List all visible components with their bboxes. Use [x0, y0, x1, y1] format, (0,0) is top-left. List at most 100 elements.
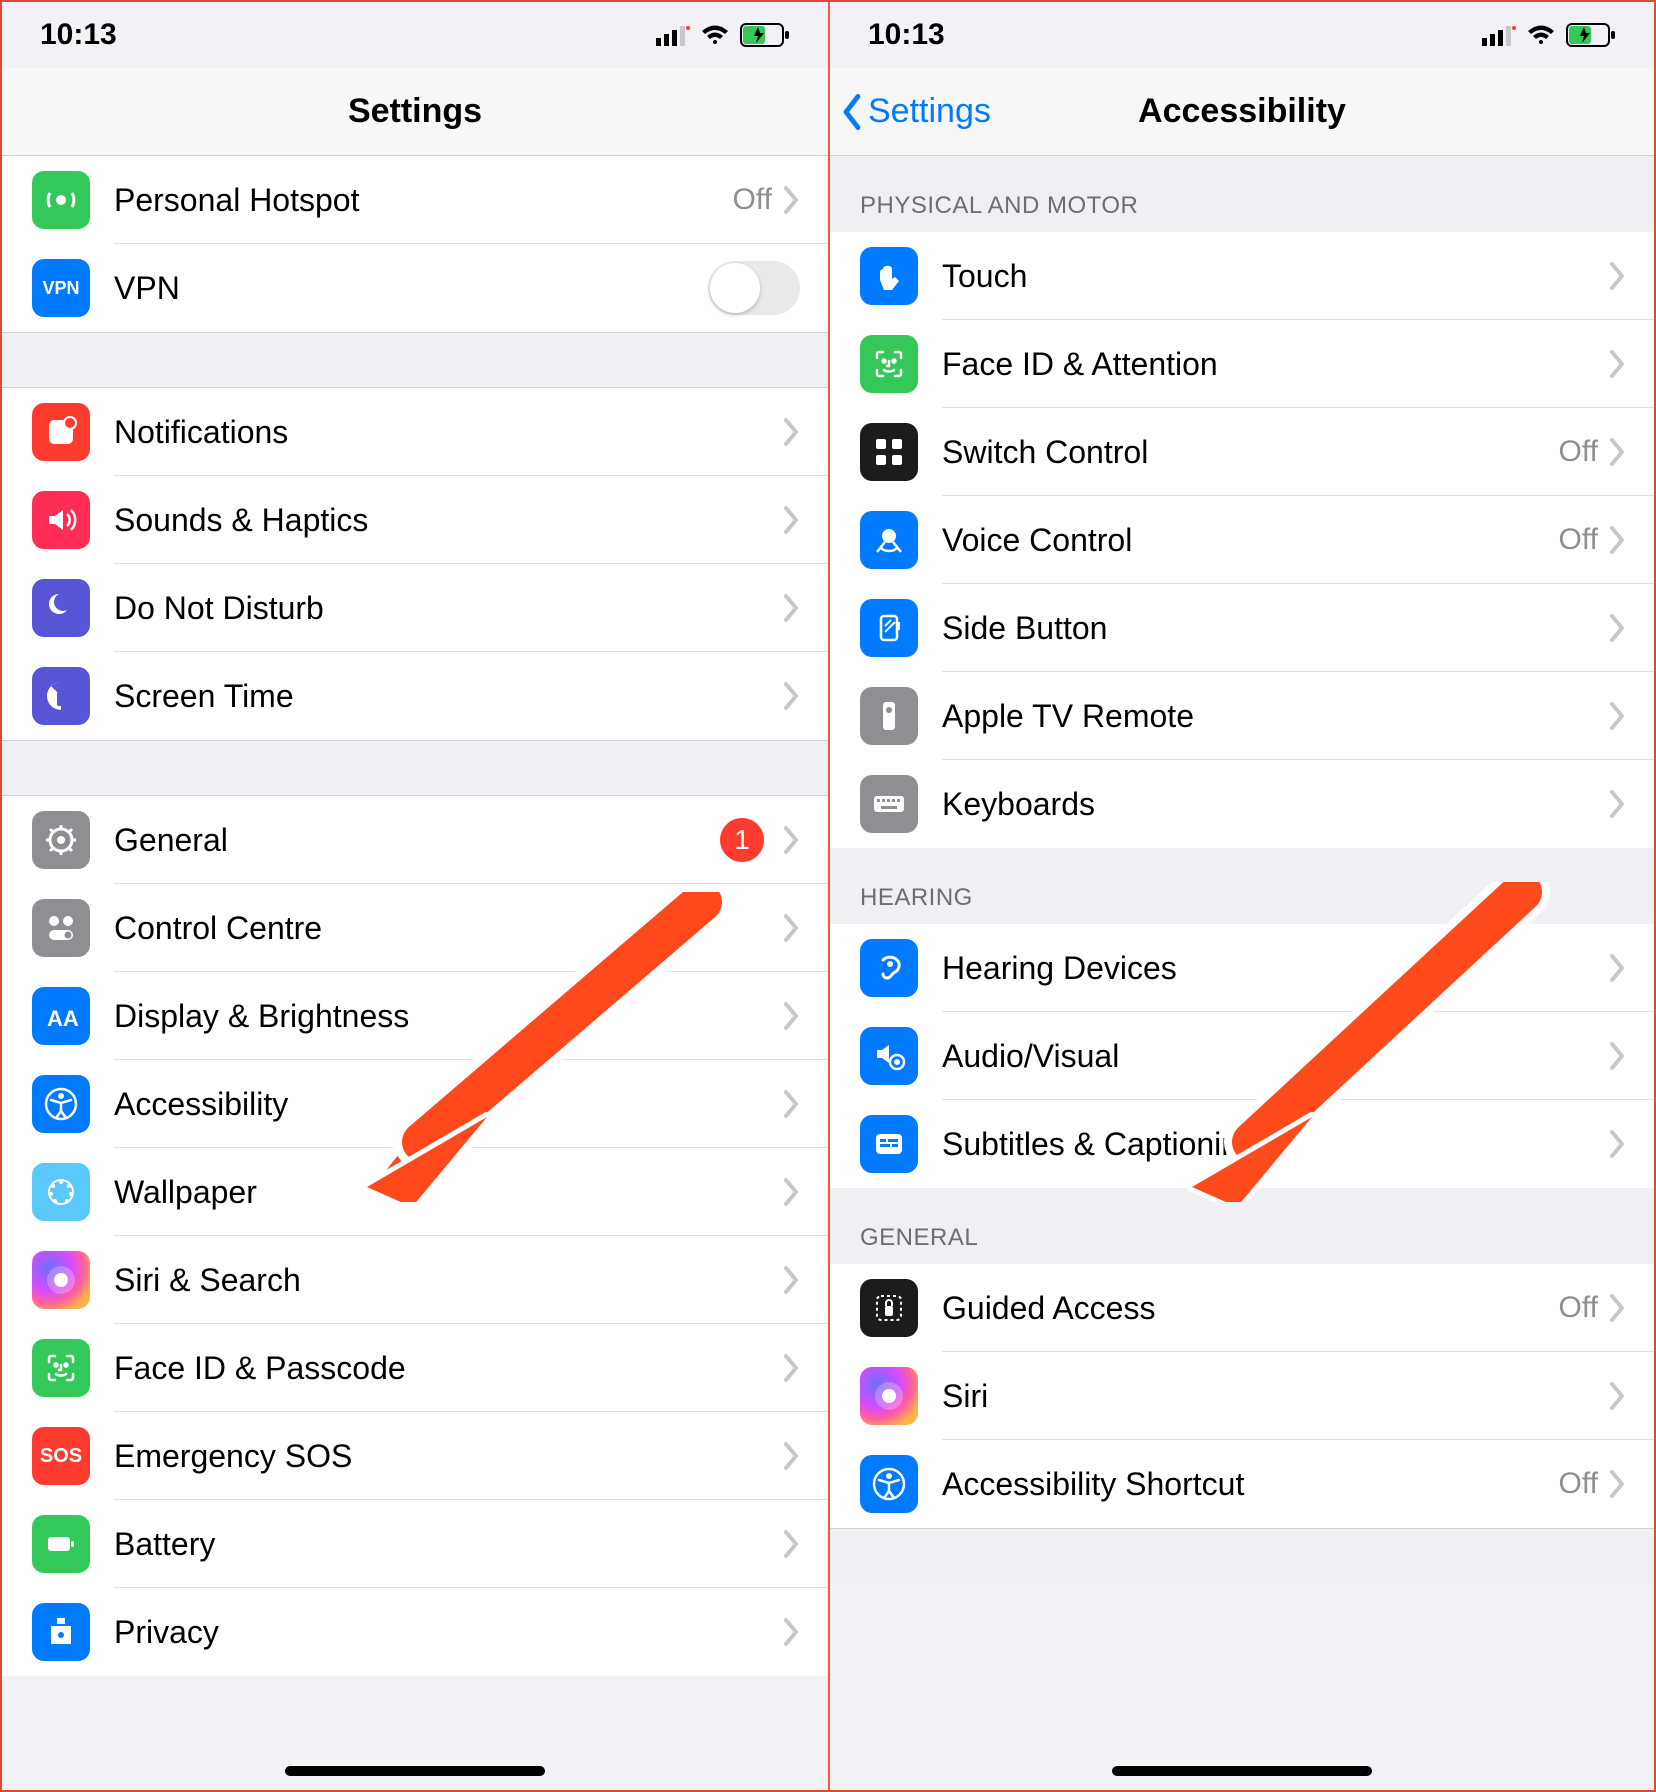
chevron-left-icon [840, 94, 864, 130]
row-label: Audio/Visual [942, 1038, 1608, 1075]
row-label: Personal Hotspot [114, 182, 733, 219]
row-label: Face ID & Passcode [114, 1350, 782, 1387]
hearing-icon [860, 939, 918, 997]
cellular-icon [656, 24, 690, 46]
row-dnd[interactable]: Do Not Disturb [2, 564, 828, 652]
row-switchcontrol[interactable]: Switch ControlOff [830, 408, 1654, 496]
row-sidebutton[interactable]: Side Button [830, 584, 1654, 672]
row-audiovisual[interactable]: Audio/Visual [830, 1012, 1654, 1100]
row-privacy[interactable]: Privacy [2, 1588, 828, 1676]
chevron-right-icon [782, 594, 800, 622]
row-hotspot[interactable]: Personal HotspotOff [2, 156, 828, 244]
chevron-right-icon [1608, 1042, 1626, 1070]
row-label: Keyboards [942, 786, 1608, 823]
status-time: 10:13 [40, 18, 117, 52]
chevron-right-icon [782, 1530, 800, 1558]
row-vpn[interactable]: VPN VPN [2, 244, 828, 332]
chevron-right-icon [782, 186, 800, 214]
chevron-right-icon [1608, 702, 1626, 730]
row-sos[interactable]: SOSEmergency SOS [2, 1412, 828, 1500]
hotspot-icon [32, 171, 90, 229]
dnd-icon [32, 579, 90, 637]
general-icon [32, 811, 90, 869]
row-wallpaper[interactable]: Wallpaper [2, 1148, 828, 1236]
row-label: Switch Control [942, 434, 1559, 471]
siri-icon [860, 1367, 918, 1425]
chevron-right-icon [1608, 350, 1626, 378]
row-appletv[interactable]: Apple TV Remote [830, 672, 1654, 760]
row-notifications[interactable]: Notifications [2, 388, 828, 476]
status-bar: 10:13 [2, 2, 828, 68]
siri-icon [32, 1251, 90, 1309]
row-touch[interactable]: Touch [830, 232, 1654, 320]
vpn-icon: VPN [32, 259, 90, 317]
keyboard-icon [860, 775, 918, 833]
svg-text:AA: AA [47, 1006, 79, 1031]
row-label: Siri & Search [114, 1262, 782, 1299]
row-battery[interactable]: Battery [2, 1500, 828, 1588]
row-label: VPN [114, 270, 708, 307]
chevron-right-icon [782, 1178, 800, 1206]
chevron-right-icon [1608, 1470, 1626, 1498]
switchcontrol-icon [860, 423, 918, 481]
row-general[interactable]: General1 [2, 796, 828, 884]
chevron-right-icon [1608, 1294, 1626, 1322]
row-siri[interactable]: Siri [830, 1352, 1654, 1440]
notifications-icon [32, 403, 90, 461]
page-title: Settings [2, 92, 828, 131]
row-voicecontrol[interactable]: Voice ControlOff [830, 496, 1654, 584]
row-label: Wallpaper [114, 1174, 782, 1211]
status-icons [1482, 23, 1616, 47]
row-display[interactable]: AADisplay & Brightness [2, 972, 828, 1060]
chevron-right-icon [782, 418, 800, 446]
faceid-icon [32, 1339, 90, 1397]
appletv-icon [860, 687, 918, 745]
status-time: 10:13 [868, 18, 945, 52]
screentime-icon [32, 667, 90, 725]
row-label: General [114, 822, 720, 859]
row-label: Emergency SOS [114, 1438, 782, 1475]
home-indicator[interactable] [285, 1766, 545, 1776]
row-label: Guided Access [942, 1290, 1559, 1327]
row-label: Touch [942, 258, 1608, 295]
home-indicator[interactable] [1112, 1766, 1372, 1776]
chevron-right-icon [1608, 438, 1626, 466]
row-label: Side Button [942, 610, 1608, 647]
back-button[interactable]: Settings [840, 92, 991, 131]
row-screentime[interactable]: Screen Time [2, 652, 828, 740]
row-controlcentre[interactable]: Control Centre [2, 884, 828, 972]
row-siri[interactable]: Siri & Search [2, 1236, 828, 1324]
chevron-right-icon [782, 682, 800, 710]
row-hearing[interactable]: Hearing Devices [830, 924, 1654, 1012]
row-keyboard[interactable]: Keyboards [830, 760, 1654, 848]
row-label: Control Centre [114, 910, 782, 947]
chevron-right-icon [782, 1354, 800, 1382]
wifi-icon [700, 24, 730, 46]
subtitles-icon [860, 1115, 918, 1173]
row-sounds[interactable]: Sounds & Haptics [2, 476, 828, 564]
row-shortcut[interactable]: Accessibility ShortcutOff [830, 1440, 1654, 1528]
faceid-icon [860, 335, 918, 393]
row-accessibility[interactable]: Accessibility [2, 1060, 828, 1148]
battery-icon [32, 1515, 90, 1573]
chevron-right-icon [1608, 1382, 1626, 1410]
chevron-right-icon [782, 1002, 800, 1030]
navbar-settings: Settings [2, 68, 828, 156]
row-faceid[interactable]: Face ID & Passcode [2, 1324, 828, 1412]
chevron-right-icon [782, 1090, 800, 1118]
row-subtitles[interactable]: Subtitles & Captioning [830, 1100, 1654, 1188]
cellular-icon [1482, 24, 1516, 46]
chevron-right-icon [782, 1618, 800, 1646]
voicecontrol-icon [860, 511, 918, 569]
chevron-right-icon [782, 1442, 800, 1470]
row-label: Privacy [114, 1614, 782, 1651]
section-header: PHYSICAL AND MOTOR [830, 156, 1654, 232]
row-guidedaccess[interactable]: Guided AccessOff [830, 1264, 1654, 1352]
toggle-switch[interactable] [708, 261, 800, 315]
row-faceid[interactable]: Face ID & Attention [830, 320, 1654, 408]
row-label: Subtitles & Captioning [942, 1126, 1608, 1163]
badge: 1 [720, 818, 764, 862]
battery-icon [740, 23, 790, 47]
accessibility-icon [32, 1075, 90, 1133]
shortcut-icon [860, 1455, 918, 1513]
